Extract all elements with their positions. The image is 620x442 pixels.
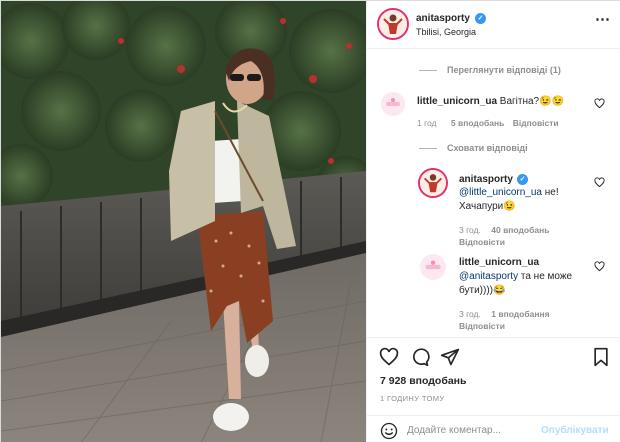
author-avatar[interactable] (377, 8, 409, 40)
verified-icon: ✓ (517, 174, 528, 185)
reply-meta: 3 год. 1 вподобання Відповісти (459, 308, 589, 332)
photo-image (1, 1, 366, 442)
unicorn-avatar-image (381, 92, 405, 116)
reply-body-line1: не! (544, 187, 559, 198)
commenter-avatar[interactable] (381, 92, 405, 116)
reply-body-line1: та не може (520, 271, 573, 282)
hide-replies-line (419, 148, 437, 149)
reply-meta: 3 год. 40 вподобань Відповісти (459, 224, 589, 248)
comment-text: little_unicorn_ua Вагітна?😉😉 (417, 95, 597, 109)
reply-time[interactable]: 3 год. (459, 309, 481, 319)
comment-likes[interactable]: 5 вподобань (451, 118, 504, 128)
reply-author-avatar-image (420, 170, 446, 196)
share-icon[interactable] (440, 347, 460, 367)
post-comment-button[interactable]: Опублікувати (541, 425, 609, 436)
post-header: anitasporty ✓ Tbilisi, Georgia ⋯ (367, 1, 620, 49)
reply-mention[interactable]: @anitasporty (459, 271, 518, 282)
author-avatar-image (379, 10, 407, 38)
reply-time[interactable]: 3 год. (459, 225, 481, 235)
reply-button[interactable]: Відповісти (459, 321, 505, 331)
post-photo[interactable] (1, 1, 366, 442)
view-replies-link[interactable]: Переглянути відповіді (1) (447, 65, 561, 75)
comment-like-heart-icon[interactable] (594, 98, 605, 109)
reply-username[interactable]: anitasporty (459, 174, 513, 185)
reply-username[interactable]: little_unicorn_ua (459, 257, 539, 268)
reply-text: little_unicorn_ua (459, 256, 589, 270)
more-icon[interactable]: ⋯ (595, 12, 610, 27)
unicorn-avatar-image (420, 254, 446, 280)
comment-input[interactable] (407, 420, 537, 440)
reply-button[interactable]: Відповісти (513, 118, 559, 128)
add-comment-bar: Опублікувати (367, 415, 620, 442)
comment-meta: 1 год 5 вподобань Відповісти (417, 118, 559, 128)
post-likes-count[interactable]: 7 928 вподобань (380, 375, 466, 387)
post-side-panel: anitasporty ✓ Tbilisi, Georgia ⋯ Перегля… (366, 1, 620, 442)
comment-body: Вагітна?😉😉 (499, 96, 565, 107)
replies-divider-line (419, 70, 437, 71)
reply-likes[interactable]: 40 вподобань (491, 225, 549, 235)
author-username[interactable]: anitasporty (416, 13, 470, 24)
reply-mention[interactable]: @little_unicorn_ua (459, 187, 542, 198)
post-timestamp[interactable]: 1 ГОДИНУ ТОМУ (380, 394, 445, 403)
reply-body-line2: Хачапури😉 (459, 201, 516, 212)
reply-likes[interactable]: 1 вподобання (491, 309, 549, 319)
reply-button[interactable]: Відповісти (459, 237, 505, 247)
reply-like-heart-icon[interactable] (594, 261, 605, 272)
post-location[interactable]: Tbilisi, Georgia (416, 27, 476, 37)
post-actions: 7 928 вподобань 1 ГОДИНУ ТОМУ (367, 337, 620, 417)
reply-body: @little_unicorn_ua не! Хачапури😉 (459, 186, 589, 214)
comment-time[interactable]: 1 год (417, 118, 437, 128)
comment-icon[interactable] (410, 347, 430, 367)
emoji-icon[interactable] (380, 422, 398, 440)
reply-body: @anitasporty та не може бути))))😂 (459, 270, 589, 298)
instagram-post: anitasporty ✓ Tbilisi, Georgia ⋯ Перегля… (0, 0, 620, 442)
reply-body-line2: бути))))😂 (459, 285, 506, 296)
hide-replies-link[interactable]: Сховати відповіді (447, 143, 528, 153)
reply-author-avatar[interactable] (420, 254, 446, 280)
comment-username[interactable]: little_unicorn_ua (417, 96, 497, 107)
heart-icon[interactable] (379, 347, 399, 367)
reply-like-heart-icon[interactable] (594, 177, 605, 188)
reply-author-avatar[interactable] (418, 168, 448, 198)
bookmark-icon[interactable] (591, 347, 611, 367)
verified-icon: ✓ (475, 13, 486, 24)
